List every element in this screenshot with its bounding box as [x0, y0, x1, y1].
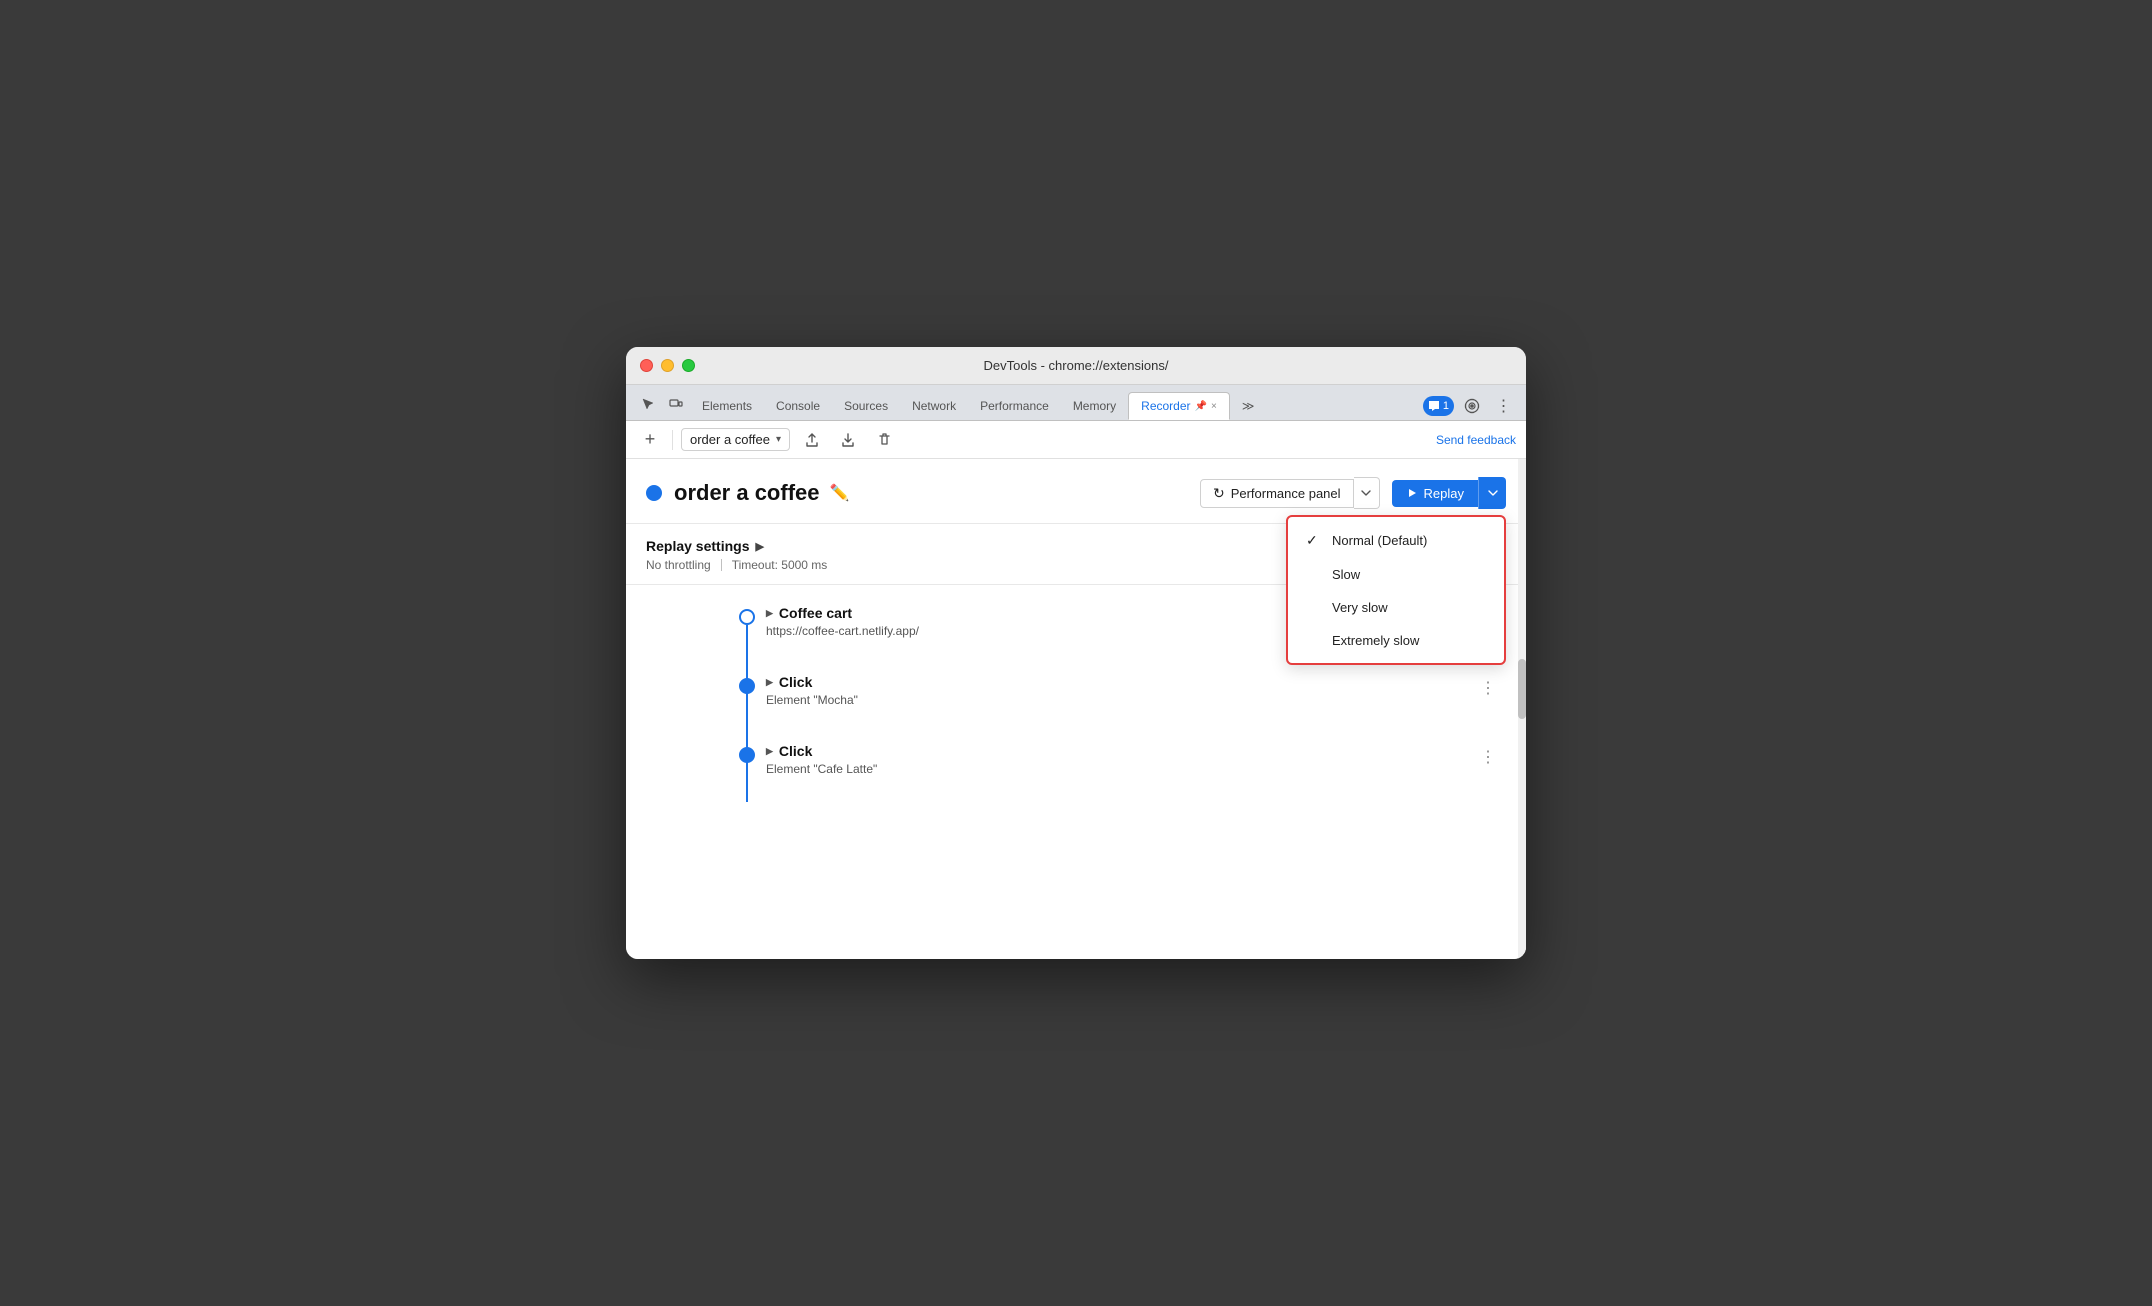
traffic-lights	[640, 359, 695, 372]
tab-performance[interactable]: Performance	[968, 392, 1061, 420]
tab-more[interactable]: ≫	[1230, 392, 1267, 420]
speed-option-very-slow[interactable]: Very slow	[1288, 591, 1504, 624]
device-toolbar-icon[interactable]	[662, 390, 690, 418]
edit-recording-icon[interactable]: ✏️	[830, 483, 850, 503]
window-title: DevTools - chrome://extensions/	[984, 358, 1169, 373]
tab-memory[interactable]: Memory	[1061, 392, 1128, 420]
step-name-navigate: Coffee cart	[779, 605, 852, 621]
scrollbar-thumb[interactable]	[1518, 659, 1526, 719]
step-dot-navigate	[739, 609, 755, 625]
speed-option-label: Very slow	[1332, 600, 1388, 615]
step-more-menu-icon[interactable]: ⋮	[1480, 747, 1496, 767]
speed-option-slow[interactable]: Slow	[1288, 558, 1504, 591]
perf-panel-dropdown-button[interactable]	[1354, 477, 1380, 509]
step-title-click1: ▶ Click	[766, 674, 1506, 690]
step-expand-icon[interactable]: ▶	[766, 677, 773, 688]
speed-dropdown: ✓ Normal (Default) Slow Very slow Extrem…	[1286, 515, 1506, 665]
step-dot-click1	[739, 678, 755, 694]
add-recording-button[interactable]: +	[636, 426, 664, 454]
cursor-icon[interactable]	[634, 390, 662, 418]
perf-panel-label: Performance panel	[1231, 486, 1341, 501]
selected-recording-name: order a coffee	[690, 432, 770, 447]
recording-header: order a coffee ✏️ ↻ Performance panel	[626, 459, 1526, 524]
step-expand-icon[interactable]: ▶	[766, 746, 773, 757]
toolbar-left: + order a coffee ▾	[636, 426, 1428, 454]
pin-icon: 📌	[1195, 401, 1207, 412]
step-item: ▶ Click Element "Cafe Latte" ⋮	[706, 743, 1506, 776]
export-button[interactable]	[798, 426, 826, 454]
step-subtitle-click1: Element "Mocha"	[766, 693, 1506, 707]
speed-option-extremely-slow[interactable]: Extremely slow	[1288, 624, 1504, 657]
perf-panel-group: ↻ Performance panel	[1200, 477, 1380, 509]
checkmark-icon: ✓	[1306, 532, 1322, 549]
step-dot-click2	[739, 747, 755, 763]
tab-elements[interactable]: Elements	[690, 392, 764, 420]
settings-separator	[721, 559, 722, 571]
delete-recording-button[interactable]	[870, 426, 898, 454]
speed-option-label: Extremely slow	[1332, 633, 1419, 648]
speed-option-label: Slow	[1332, 567, 1360, 582]
more-options-icon[interactable]: ⋮	[1490, 392, 1518, 420]
minimize-button[interactable]	[661, 359, 674, 372]
replay-label: Replay	[1424, 486, 1464, 501]
performance-panel-button[interactable]: ↻ Performance panel	[1200, 479, 1354, 508]
step-expand-icon[interactable]: ▶	[766, 608, 773, 619]
toolbar-separator-1	[672, 430, 673, 450]
scrollbar-track[interactable]	[1518, 459, 1526, 959]
step-more-menu-icon[interactable]: ⋮	[1480, 678, 1496, 698]
recording-status-dot	[646, 485, 662, 501]
step-name-click1: Click	[779, 674, 812, 690]
step-name-click2: Click	[779, 743, 812, 759]
devtools-tab-bar: Elements Console Sources Network Perform…	[626, 385, 1526, 421]
step-subtitle-click2: Element "Cafe Latte"	[766, 762, 1506, 776]
import-button[interactable]	[834, 426, 862, 454]
speed-option-normal[interactable]: ✓ Normal (Default)	[1288, 523, 1504, 558]
tab-bar-icons: 1 ⋮	[1423, 392, 1518, 420]
close-button[interactable]	[640, 359, 653, 372]
header-actions: ↻ Performance panel Re	[1200, 477, 1506, 509]
settings-icon[interactable]	[1458, 392, 1486, 420]
settings-expand-icon: ▶	[755, 540, 763, 553]
replay-main-button[interactable]: Replay	[1392, 480, 1478, 507]
replay-dropdown-button[interactable]	[1478, 477, 1506, 509]
step-content-click1: ▶ Click Element "Mocha"	[766, 674, 1506, 707]
recorder-toolbar: + order a coffee ▾	[626, 421, 1526, 459]
title-bar: DevTools - chrome://extensions/	[626, 347, 1526, 385]
step-content-click2: ▶ Click Element "Cafe Latte"	[766, 743, 1506, 776]
chevron-down-icon: ▾	[776, 434, 781, 445]
send-feedback-link[interactable]: Send feedback	[1436, 433, 1516, 447]
throttling-info: No throttling	[646, 558, 711, 572]
step-title-click2: ▶ Click	[766, 743, 1506, 759]
tab-recorder[interactable]: Recorder 📌 ×	[1128, 392, 1230, 420]
devtools-window: DevTools - chrome://extensions/ Elements…	[626, 347, 1526, 959]
step-item: ▶ Click Element "Mocha" ⋮	[706, 674, 1506, 707]
recording-selector[interactable]: order a coffee ▾	[681, 428, 790, 451]
speed-option-label: Normal (Default)	[1332, 533, 1427, 548]
maximize-button[interactable]	[682, 359, 695, 372]
main-content: order a coffee ✏️ ↻ Performance panel	[626, 459, 1526, 959]
close-tab-icon[interactable]: ×	[1211, 401, 1217, 412]
tab-sources[interactable]: Sources	[832, 392, 900, 420]
recording-title: order a coffee	[674, 480, 820, 506]
refresh-icon: ↻	[1213, 485, 1225, 502]
tab-console[interactable]: Console	[764, 392, 832, 420]
timeout-info: Timeout: 5000 ms	[732, 558, 828, 572]
tab-network[interactable]: Network	[900, 392, 968, 420]
chat-badge[interactable]: 1	[1423, 396, 1454, 416]
replay-button-group: Replay	[1392, 477, 1506, 509]
replay-settings-title-text: Replay settings	[646, 538, 749, 554]
